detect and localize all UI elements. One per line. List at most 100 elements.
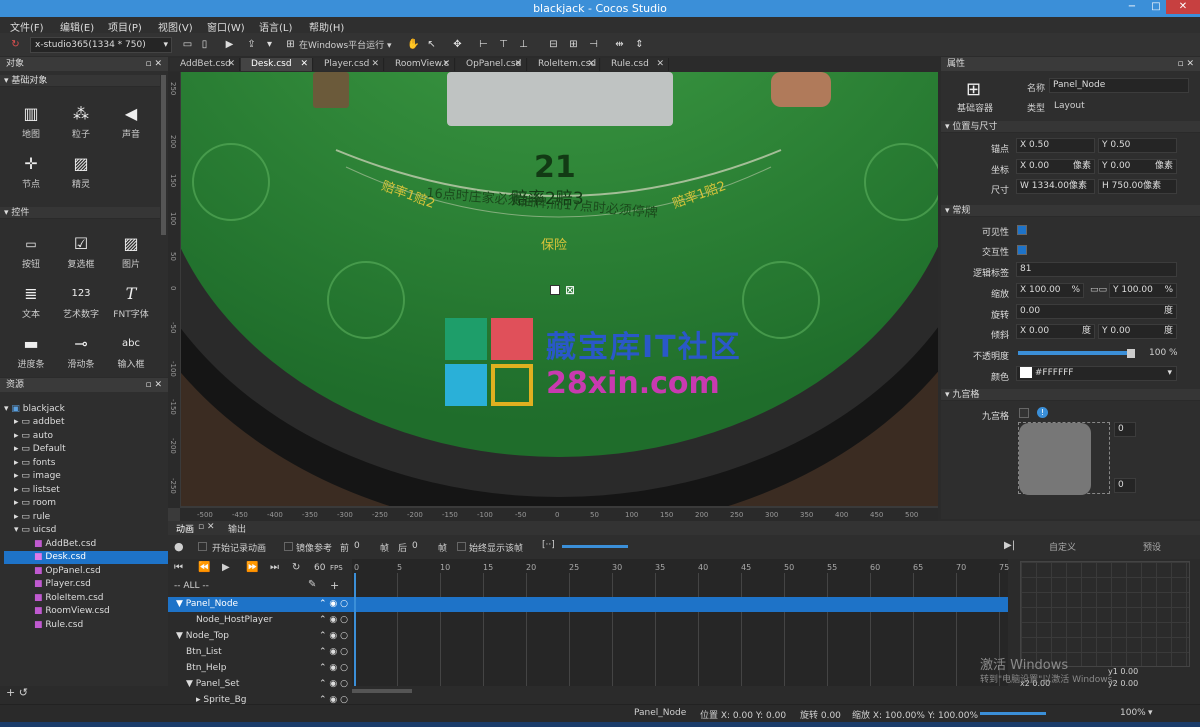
zoom-level[interactable]: 100% (1120, 708, 1146, 718)
link-scale-icon[interactable]: ▭▭ (1090, 285, 1107, 295)
canvas-area[interactable]: 250 200 150 100 50 0 -50 -100 -150 -200 … (168, 72, 938, 522)
dropdown-icon[interactable]: ▾ (262, 37, 277, 52)
distribute-v-icon[interactable]: ⇕ (632, 37, 647, 52)
timeline-node-row[interactable]: Node_HostPlayer ⌃ ◉ ○ (168, 613, 352, 628)
tab-rule[interactable]: Rule.csd ✕ (601, 58, 669, 71)
nine-slice-checkbox[interactable] (1019, 408, 1029, 418)
position-y-field[interactable]: Y 0.00 像素 (1098, 159, 1177, 174)
tab-roomview[interactable]: RoomView.c ✕ (385, 58, 455, 71)
visibility-lock-icons[interactable]: ⌃ ◉ ○ (319, 613, 348, 628)
file-roleitem[interactable]: ■ RoleItem.csd (34, 592, 103, 605)
expand-icon[interactable]: ▼ (176, 631, 186, 641)
tab-desk[interactable]: Desk.csd ✕ (241, 58, 313, 71)
object-text[interactable]: ≣ 文本 (6, 281, 56, 320)
object-button[interactable]: ▭ 按钮 (6, 231, 56, 270)
menu-language[interactable]: 语言(L) (259, 19, 292, 34)
filter-select[interactable]: -- ALL -- (174, 581, 209, 591)
loop-icon[interactable]: ↻ (292, 562, 300, 573)
object-checkbox[interactable]: ☑ 复选框 (56, 231, 106, 270)
playhead[interactable] (354, 573, 356, 686)
anchor-handle[interactable] (550, 285, 560, 295)
menu-view[interactable]: 视图(V) (158, 19, 193, 34)
basic-objects-header[interactable]: ▾ 基础对象 (0, 75, 160, 87)
skew-y-field[interactable]: Y 0.00 度 (1098, 324, 1177, 339)
file-player[interactable]: ■ Player.csd (34, 578, 91, 591)
close-button[interactable]: ✕ (1166, 0, 1200, 14)
timeline-node-row[interactable]: Btn_Help ⌃ ◉ ○ (168, 661, 352, 676)
file-desk[interactable]: ■ Desk.csd (4, 551, 168, 564)
nine-slice-bottom-field[interactable]: 0 (1114, 478, 1136, 493)
opacity-slider[interactable] (1018, 351, 1128, 355)
opacity-slider-handle[interactable] (1127, 349, 1135, 358)
menu-help[interactable]: 帮助(H) (309, 19, 344, 34)
menu-project[interactable]: 项目(P) (108, 19, 142, 34)
position-size-header[interactable]: ▾ 位置与尺寸 (941, 121, 1200, 133)
run-target-select[interactable]: 在Windows平台运行 ▾ (299, 38, 392, 51)
file-roomview[interactable]: ■ RoomView.csd (34, 605, 110, 618)
align-top-icon[interactable]: ⊤ (496, 37, 511, 52)
align-bottom-icon[interactable]: ⊥ (516, 37, 531, 52)
visibility-lock-icons[interactable]: ⌃ ◉ ○ (319, 629, 348, 644)
folder-rule[interactable]: ▸ ▭ rule (14, 511, 50, 524)
timeline-node-row[interactable]: ▼ Panel_Set ⌃ ◉ ○ (168, 677, 352, 692)
transform-gizmo[interactable]: ⊠ (541, 282, 575, 308)
mirror-checkbox[interactable] (284, 542, 293, 551)
file-oppanel[interactable]: ■ OpPanel.csd (34, 565, 101, 578)
close-icon[interactable]: ✕ (227, 58, 235, 71)
resolution-select[interactable]: x-studio365(1334 * 750) ▾ (30, 37, 172, 53)
object-fnt-font[interactable]: T FNT字体 (106, 281, 156, 320)
position-x-field[interactable]: X 0.00 像素 (1016, 159, 1095, 174)
zoom-slider[interactable] (980, 712, 1046, 715)
align-vcenter-icon[interactable]: ⊞ (566, 37, 581, 52)
prev-frame-icon[interactable]: ⏪ (198, 562, 210, 573)
tab-animation[interactable]: 动画 (176, 522, 194, 535)
file-rule[interactable]: ■ Rule.csd (34, 619, 83, 632)
fps-field[interactable]: 60 (314, 563, 325, 573)
opacity-value[interactable]: 100 (1149, 348, 1166, 358)
folder-uicsd[interactable]: ▾ ▭ uicsd (14, 524, 56, 537)
add-icon[interactable]: + (330, 579, 339, 592)
hand-tool-icon[interactable]: ✋ (406, 37, 421, 52)
rotation-field[interactable]: 0.00 度 (1016, 304, 1177, 319)
visibility-lock-icons[interactable]: ⌃ ◉ ○ (319, 677, 348, 692)
timeline-scrollbar[interactable] (352, 689, 412, 693)
close-icon[interactable]: ✕ (300, 58, 308, 71)
color-picker[interactable]: #FFFFFF ▾ (1016, 366, 1177, 381)
tab-oppanel[interactable]: OpPanel.csd ✕ (456, 58, 527, 71)
object-map[interactable]: ▥ 地图 (6, 101, 56, 140)
visible-checkbox[interactable] (1017, 225, 1027, 235)
anchor-y-field[interactable]: Y 0.50 (1098, 138, 1177, 153)
align-right-icon[interactable]: ⊣ (586, 37, 601, 52)
tab-output[interactable]: 输出 (228, 522, 246, 535)
refresh-icon[interactable]: ↻ (8, 37, 23, 52)
tab-custom[interactable]: 自定义 (1049, 540, 1076, 553)
object-node[interactable]: ✛ 节点 (6, 151, 56, 190)
visibility-lock-icons[interactable]: ⌃ ◉ ○ (319, 645, 348, 660)
play-icon[interactable]: ▶ (222, 37, 237, 52)
publish-icon[interactable]: ⇪ (244, 37, 259, 52)
close-icon[interactable]: ✕ (514, 58, 522, 71)
object-image[interactable]: ▨ 图片 (106, 231, 156, 270)
visibility-lock-icons[interactable]: ⌃ ◉ ○ (319, 597, 348, 612)
scale-x-field[interactable]: X 100.00% (1016, 283, 1084, 298)
object-slider[interactable]: ⊸ 滑动条 (56, 331, 106, 370)
close-icon[interactable]: ✕ (442, 58, 450, 71)
controls-header[interactable]: ▾ 控件 (0, 207, 160, 219)
skew-x-field[interactable]: X 0.00 度 (1016, 324, 1095, 339)
object-sound[interactable]: ◀ 声音 (106, 101, 156, 140)
back-frames-field[interactable]: 0 (412, 541, 418, 551)
object-sprite[interactable]: ▨ 精灵 (56, 151, 106, 190)
general-header[interactable]: ▾ 常规 (941, 205, 1200, 217)
folder-fonts[interactable]: ▸ ▭ fonts (14, 457, 55, 470)
expand-icon[interactable]: ▼ (176, 599, 186, 609)
add-resource-icon[interactable]: + ↺ (6, 686, 28, 699)
timeline-track[interactable]: 0 5 10 15 20 25 30 35 40 45 50 55 60 65 70 75 (352, 559, 1009, 693)
move-tool-icon[interactable]: ✥ (450, 37, 465, 52)
zoom-fit-icon[interactable]: [··] (542, 540, 555, 550)
easing-curve-editor[interactable] (1020, 561, 1190, 667)
object-progress-bar[interactable]: ▬ 进度条 (6, 331, 56, 370)
scale-y-field[interactable]: Y 100.00% (1109, 283, 1177, 298)
selected-track-bar[interactable] (352, 597, 1008, 612)
panel-pin-icon[interactable]: ▫ ✕ (145, 378, 162, 392)
folder-auto[interactable]: ▸ ▭ auto (14, 430, 53, 443)
